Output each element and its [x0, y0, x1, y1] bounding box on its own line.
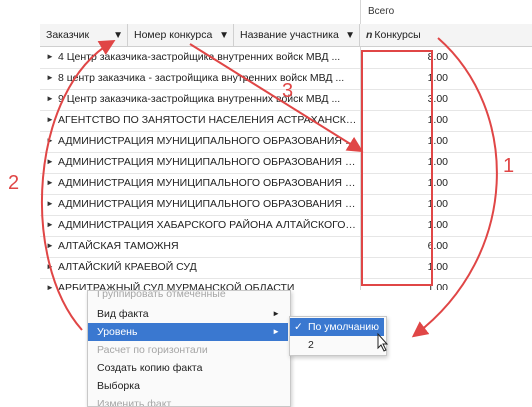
cursor-icon	[377, 332, 389, 352]
annotation-arrows	[40, 37, 498, 352]
annotation-arrow-2	[40, 39, 116, 331]
annotation-arrow-1	[411, 37, 498, 338]
annotation-label-2: 2	[8, 172, 20, 194]
annotation-label-1: 1	[503, 155, 515, 177]
annotation-label-3: 3	[282, 80, 294, 102]
annotation-arrow-3	[189, 43, 364, 153]
